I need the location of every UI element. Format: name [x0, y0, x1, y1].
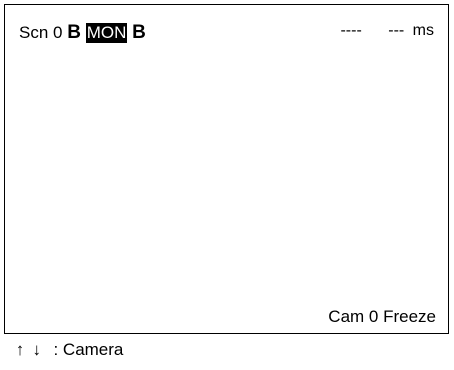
scene-number: 0	[53, 23, 63, 42]
scene-label: Scn	[19, 23, 49, 42]
mode-indicator: MON	[85, 23, 128, 43]
measure-value: ----	[340, 22, 362, 39]
down-arrow-icon: ↓	[32, 340, 41, 359]
timing-status: ---- --- ms	[318, 22, 434, 40]
up-arrow-icon: ↑	[15, 340, 25, 359]
camera-status: Cam 0 Freeze	[328, 307, 436, 326]
mode-prefix: B	[67, 22, 81, 43]
mode-suffix: B	[132, 22, 146, 43]
time-unit: ms	[412, 22, 434, 39]
time-value: ---	[388, 22, 405, 39]
camera-hint-label: : Camera	[53, 340, 124, 359]
monitor-screen: Scn 0 B MON B ---- --- ms Cam 0 Freeze	[4, 4, 449, 334]
footer-hint: ↑ ↓ : Camera	[14, 340, 124, 360]
status-bar: Scn 0 B MON B	[19, 22, 146, 44]
